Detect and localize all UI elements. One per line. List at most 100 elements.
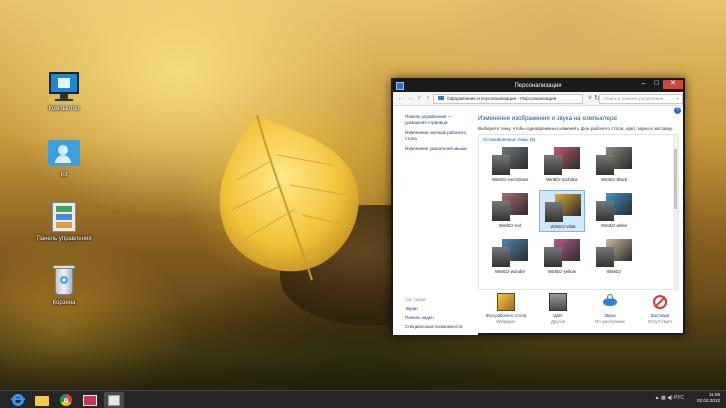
sounds-button[interactable]: Звуки По умолчанию [585, 293, 635, 324]
back-arrow-icon[interactable]: ← [397, 94, 405, 103]
theme-name: Win8zz-archdior [546, 177, 578, 182]
maximize-button[interactable]: □ [650, 80, 663, 89]
network-icon[interactable]: ▦ [661, 395, 666, 401]
photos-icon[interactable] [80, 392, 100, 408]
window-controls: – □ ✕ [637, 80, 683, 90]
theme-item[interactable]: Win8zz [591, 236, 637, 278]
main-pane: ? Изменение изображения и звука на компь… [478, 107, 685, 335]
wallpaper-icon [497, 293, 515, 311]
desktop-icon-user[interactable]: Irit [34, 136, 94, 179]
desktop-background-button[interactable]: Фон рабочего стола Wallpaper [481, 293, 531, 324]
theme-name: Win8zz-vista [550, 224, 576, 229]
theme-name: Win8zz-wonder [494, 269, 526, 274]
theme-thumbnail [544, 239, 580, 267]
theme-item[interactable]: Win8zz-vista [539, 190, 585, 232]
theme-thumbnail [596, 147, 632, 175]
tray-arrow-icon[interactable]: ▲ [655, 395, 660, 401]
desktop-icon-control-panel[interactable]: Панель управления [34, 200, 94, 243]
see-also-heading: См. также [405, 297, 426, 302]
link-desktop-icons[interactable]: Изменение значков рабочего стола [405, 130, 475, 141]
theme-thumbnail [596, 193, 632, 221]
breadcrumb-personalization[interactable]: Персонализация [520, 96, 556, 101]
clock[interactable]: 11:06 02.02.2013 [697, 392, 720, 404]
breadcrumb-appearance[interactable]: Оформление и персонализация [447, 96, 516, 101]
theme-name: Win8zz-yellow [547, 269, 577, 274]
help-icon[interactable]: ? [674, 107, 681, 114]
search-placeholder: Поиск в панели управления [604, 96, 664, 101]
theme-item[interactable]: Win8zz-white [591, 190, 637, 232]
up-arrow-icon[interactable]: ↑ [424, 94, 432, 103]
window-title: Персонализация [514, 83, 562, 89]
theme-item[interactable]: Win8zz-AeroGlass [487, 144, 533, 186]
desktop-icon-label: Irit [60, 172, 68, 178]
sounds-icon [601, 293, 619, 311]
themes-group-label: Установленные темы (9) [483, 137, 536, 142]
control-panel-icon [46, 200, 82, 234]
theme-item[interactable]: Win8zz-yellow [539, 236, 585, 278]
window-app-icon [396, 82, 404, 90]
theme-thumbnail [545, 194, 581, 222]
theme-name: Win8zz-white [600, 223, 628, 228]
desktop-icon-computer[interactable]: Компьютер [34, 70, 94, 113]
system-tray: ▲ ▦ ◀) РУС [655, 395, 684, 401]
theme-item[interactable]: Win8zz-black [591, 144, 637, 186]
breadcrumb-separator: › [517, 96, 519, 101]
dropdown-chevron-icon[interactable]: ˅ [415, 94, 423, 103]
sounds-value: По умолчанию [595, 318, 625, 324]
theme-name: Win8zz-red [498, 223, 522, 228]
control-panel-taskbar-button[interactable] [104, 392, 124, 408]
theme-name: Win8zz [606, 269, 622, 274]
page-description: Выберите тему, чтобы одновременно измени… [478, 126, 674, 131]
forward-arrow-icon[interactable]: → [406, 94, 414, 103]
link-accessibility[interactable]: Специальные возможности [405, 324, 475, 330]
theme-item[interactable]: Win8zz-wonder [487, 236, 533, 278]
link-display[interactable]: Экран [405, 306, 475, 312]
desktop-icon-recycle-bin[interactable]: Корзина [34, 264, 94, 307]
desktop-background-label: Фон рабочего стола [485, 313, 527, 318]
file-explorer-icon[interactable] [32, 392, 52, 408]
recycle-bin-icon [46, 264, 82, 298]
color-button[interactable]: Цвет Другой [533, 293, 583, 324]
wallpaper-leaf [219, 114, 359, 281]
theme-name: Win8zz-AeroGlass [491, 177, 529, 182]
theme-thumbnail [492, 193, 528, 221]
personalization-window: Персонализация – □ ✕ ← → ˅ ↑ Оформление … [391, 78, 685, 335]
control-panel-icon [108, 395, 120, 406]
theme-thumbnail [596, 239, 632, 267]
themes-list: Установленные темы (9) Win8zz-AeroGlass W… [478, 134, 679, 290]
address-bar: ← → ˅ ↑ Оформление и персонализация › Пе… [393, 92, 683, 106]
theme-thumbnail [492, 239, 528, 267]
search-icon: ⌕ [676, 96, 679, 101]
window-titlebar[interactable]: Персонализация – □ ✕ [393, 80, 683, 92]
personalization-settings: Фон рабочего стола Wallpaper Цвет Другой… [478, 293, 685, 335]
clock-date: 02.02.2013 [697, 398, 720, 403]
search-input[interactable]: Поиск в панели управления ⌕ [599, 94, 683, 104]
link-mouse-pointers[interactable]: Изменение указателей мыши [405, 146, 475, 152]
link-taskbar[interactable]: Панель задач [405, 315, 475, 321]
volume-icon[interactable]: ◀) [667, 395, 673, 401]
chrome-icon[interactable] [56, 392, 76, 408]
screensaver-value: Отсутствует [647, 318, 673, 324]
theme-item[interactable]: Win8zz-red [487, 190, 533, 232]
internet-explorer-icon[interactable] [8, 392, 28, 408]
color-value: Другой [551, 318, 565, 324]
screensaver-button[interactable]: Заставка Отсутствует [635, 293, 685, 324]
left-pane: Панель управления — домашняя страница Из… [393, 107, 478, 335]
theme-thumbnail [544, 147, 580, 175]
monitor-icon [46, 70, 82, 104]
minimize-button[interactable]: – [637, 80, 650, 89]
scrollbar-thumb[interactable] [674, 149, 677, 209]
close-button[interactable]: ✕ [663, 80, 683, 89]
taskbar: ▲ ▦ ◀) РУС 11:06 02.02.2013 [0, 390, 726, 408]
address-computer-icon [438, 96, 444, 100]
desktop-background-value: Wallpaper [496, 318, 516, 324]
theme-item[interactable]: Win8zz-archdior [539, 144, 585, 186]
language-indicator[interactable]: РУС [674, 395, 684, 401]
link-control-panel-home[interactable]: Панель управления — домашняя страница [405, 114, 475, 125]
desktop-icon-label: Корзина [52, 300, 76, 306]
page-title: Изменение изображения и звука на компьют… [478, 115, 617, 122]
address-field[interactable]: Оформление и персонализация › Персонализ… [433, 94, 583, 104]
theme-name: Win8zz-black [600, 177, 628, 182]
color-swatch-icon [549, 293, 567, 311]
themes-scrollbar[interactable] [673, 135, 678, 289]
